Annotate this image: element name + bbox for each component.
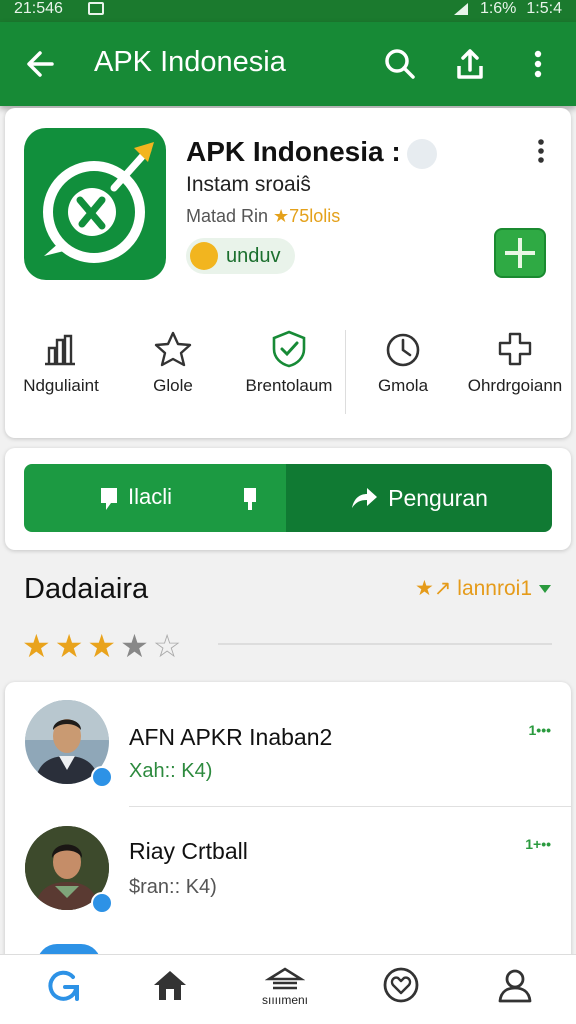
nav-item-profile[interactable] — [480, 965, 550, 1021]
star-filled-icon: ★ — [22, 628, 51, 664]
app-logo — [24, 128, 166, 280]
app-meta: Matad Rin ★75lolis — [186, 206, 340, 227]
actions-card: Ilacli Penguran — [5, 448, 571, 550]
nav-item-favorites[interactable] — [366, 965, 436, 1021]
review-item[interactable]: AFN APKR Inaban2 Xah:: K4) 1••• — [5, 696, 571, 816]
battery-percent: 1:6% — [479, 0, 517, 17]
app-name: APK Indonesia : — [186, 136, 437, 169]
library-icon — [265, 967, 305, 990]
review-item[interactable]: Riay Crtball $ran:: K4) 1+•• — [5, 822, 571, 942]
nav-label: sıııımenı — [261, 993, 308, 1007]
nav-item-refresh[interactable] — [28, 965, 98, 1021]
star-filled-icon: ★ — [87, 628, 117, 664]
back-arrow-icon[interactable] — [22, 44, 62, 84]
reviewer-name: Riay Crtball — [129, 838, 248, 864]
status-right: 1:6% 1:5:4 — [452, 0, 562, 18]
stat-label: Ohrdrgoiann — [467, 376, 563, 395]
star-half-icon: ★ — [120, 628, 149, 664]
status-clock: 1:5:4 — [526, 0, 562, 17]
shield-check-icon — [272, 330, 306, 368]
puzzle-icon — [498, 332, 532, 366]
rating-stars: ★ ★ ★ ★ ☆ — [22, 630, 181, 662]
share-action-button[interactable]: Penguran — [286, 464, 552, 532]
primary-action-button[interactable]: Ilacli — [24, 464, 286, 532]
star-outline-icon — [154, 331, 192, 367]
reviews-title: Dadaiaira — [24, 573, 149, 605]
sort-label: ★↗ lannroi1 — [415, 577, 532, 600]
app-bar: APK Indonesia — [0, 22, 576, 106]
gallery-icon — [88, 2, 104, 15]
share-icon[interactable] — [450, 44, 490, 84]
verified-badge-icon — [91, 892, 113, 914]
refresh-icon — [48, 970, 79, 1001]
add-icon[interactable] — [494, 228, 546, 278]
stat-label: Ndguliaint — [23, 376, 99, 395]
profile-icon — [498, 969, 532, 1003]
reviewer-name: AFN APKR Inaban2 — [129, 724, 333, 750]
plus-icon — [505, 238, 535, 268]
reviews-card: AFN APKR Inaban2 Xah:: K4) 1••• Riay Crt… — [5, 682, 571, 982]
home-icon — [154, 971, 186, 1000]
stat-label: Gmola — [377, 376, 429, 395]
stat-item[interactable]: Gmola — [347, 330, 459, 396]
app-rating: ★75lolis — [273, 206, 341, 226]
bottom-nav: sıııımenı — [0, 954, 576, 1024]
status-bar: 21:546 1:6% 1:5:4 — [0, 0, 576, 22]
stat-item[interactable]: Ohrdrgoiann — [459, 330, 571, 396]
dropdown-arrow-icon — [539, 584, 551, 593]
primary-action-label: Ilacli — [128, 484, 173, 509]
download-chip[interactable]: unduv — [186, 238, 295, 274]
stat-item[interactable]: Brentolaum — [233, 330, 345, 396]
star-empty-icon: ☆ — [152, 628, 182, 664]
stat-item[interactable]: Ndguliaint — [5, 330, 117, 396]
clock-icon — [386, 333, 420, 367]
stat-item[interactable]: Glole — [117, 330, 229, 396]
download-icon — [190, 242, 218, 270]
heart-icon — [383, 967, 419, 1003]
bookmark-icon — [101, 488, 117, 510]
more-vert-icon[interactable] — [518, 44, 558, 84]
flag-icon — [244, 488, 256, 510]
divider — [218, 643, 552, 645]
stats-row: Ndguliaint Glole Brentolaum Gmola Ohrdrg… — [5, 330, 571, 416]
emoji-badge-icon — [406, 138, 437, 169]
download-label: unduv — [226, 244, 281, 267]
app-header-card: APK Indonesia : Instam sroaiŝ Matad Rin … — [5, 108, 571, 438]
forward-share-icon — [352, 488, 378, 508]
nav-item-home[interactable] — [135, 965, 205, 1021]
app-subtitle: Instam sroaiŝ — [186, 173, 311, 196]
review-time: 1••• — [528, 722, 552, 738]
share-action-label: Penguran — [388, 484, 488, 511]
stat-divider — [345, 330, 346, 414]
app-bar-title: APK Indonesia — [94, 46, 286, 78]
action-bar: Ilacli Penguran — [24, 464, 552, 532]
app-logo-icon — [43, 142, 154, 263]
sort-dropdown[interactable]: ★↗ lannroi1 — [415, 576, 552, 601]
stat-label: Glole — [153, 376, 193, 395]
app-meta-prefix: Matad Rin — [186, 206, 274, 226]
signal-icon — [453, 3, 468, 15]
nav-item-library[interactable]: sıııımenı — [250, 965, 320, 1021]
stat-label: Brentolaum — [245, 376, 333, 395]
verified-badge-icon — [91, 766, 113, 788]
search-icon[interactable] — [380, 44, 420, 84]
review-time: 1+•• — [525, 836, 551, 852]
status-time: 21:546 — [14, 0, 63, 17]
chart-icon — [45, 334, 75, 366]
review-meta: Xah:: K4) — [129, 760, 213, 782]
star-filled-icon: ★ — [54, 628, 84, 664]
card-more-icon[interactable] — [531, 138, 551, 164]
review-meta: $ran:: K4) — [129, 876, 217, 898]
app-name-text: APK Indonesia : — [186, 136, 401, 167]
review-divider — [129, 806, 571, 807]
